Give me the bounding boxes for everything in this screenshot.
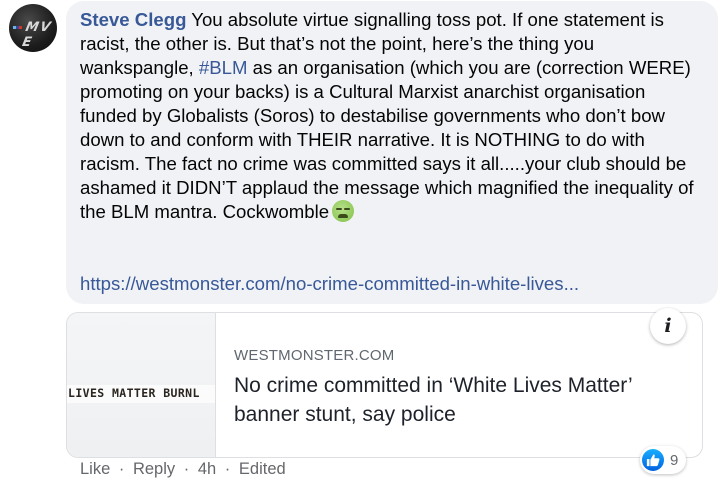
comment-body-part2: as an organisation (which you are (corre… <box>80 57 694 222</box>
commenter-avatar[interactable]: M V E <box>9 4 57 52</box>
banner: LIVES MATTER BURNL <box>67 385 215 403</box>
comment-actions: Like · Reply · 4h · Edited <box>80 460 286 479</box>
reply-link[interactable]: Reply <box>133 460 175 479</box>
reaction-count: 9 <box>670 451 679 469</box>
thumbs-up-glyph <box>646 454 660 467</box>
comment-text: Steve Clegg You absolute virtue signalli… <box>80 8 705 224</box>
like-icon <box>642 449 664 471</box>
like-link[interactable]: Like <box>80 460 110 479</box>
edited-label[interactable]: Edited <box>239 460 286 479</box>
separator: · <box>224 460 231 478</box>
banner-text: LIVES MATTER BURNL <box>68 386 200 400</box>
avatar-stripe <box>19 26 22 29</box>
preview-domain: WESTMONSTER.COM <box>234 347 395 364</box>
separator: · <box>118 460 125 478</box>
avatar-logo: M V E <box>20 20 52 50</box>
emoji-eye <box>336 208 343 210</box>
nauseated-face-icon <box>332 200 355 222</box>
author-name[interactable]: Steve Clegg <box>80 9 186 30</box>
reaction-summary[interactable]: 9 <box>640 446 687 474</box>
link-preview-card[interactable]: LIVES MATTER BURNL WESTMONSTER.COM No cr… <box>66 312 703 458</box>
hashtag-link[interactable]: #BLM <box>199 57 248 78</box>
emoji-eye <box>344 208 351 210</box>
separator: · <box>183 460 190 478</box>
preview-title[interactable]: No crime committed in ‘White Lives Matte… <box>234 371 674 429</box>
preview-image: LIVES MATTER BURNL <box>67 313 216 457</box>
emoji-mouth <box>338 214 349 218</box>
timestamp[interactable]: 4h <box>198 460 216 479</box>
comment-link[interactable]: https://westmonster.com/no-crime-committ… <box>80 272 579 296</box>
info-icon[interactable]: i <box>650 308 686 344</box>
